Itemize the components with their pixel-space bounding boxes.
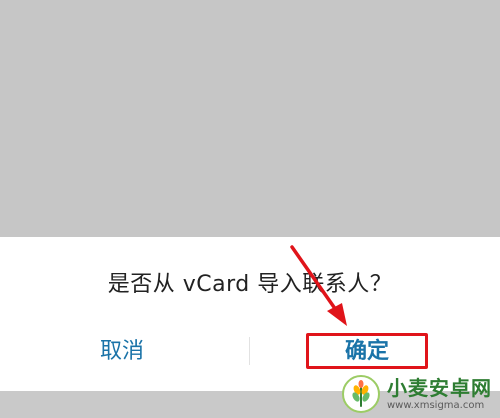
watermark: 小麦安卓网 www.xmsigma.com	[341, 374, 492, 414]
cancel-button[interactable]: 取消	[86, 331, 206, 371]
confirm-button[interactable]: 确定	[306, 331, 428, 371]
dialog-actions: 取消 确定	[0, 331, 500, 371]
watermark-url: www.xmsigma.com	[387, 399, 485, 411]
dialog-message: 是否从 vCard 导入联系人？	[107, 272, 393, 297]
watermark-title: 小麦安卓网	[387, 375, 492, 400]
watermark-text: 小麦安卓网 www.xmsigma.com	[387, 378, 492, 411]
wheat-logo-icon	[342, 375, 380, 413]
button-divider	[249, 337, 250, 365]
import-vcard-dialog: 是否从 vCard 导入联系人？ 取消 确定	[0, 237, 500, 391]
